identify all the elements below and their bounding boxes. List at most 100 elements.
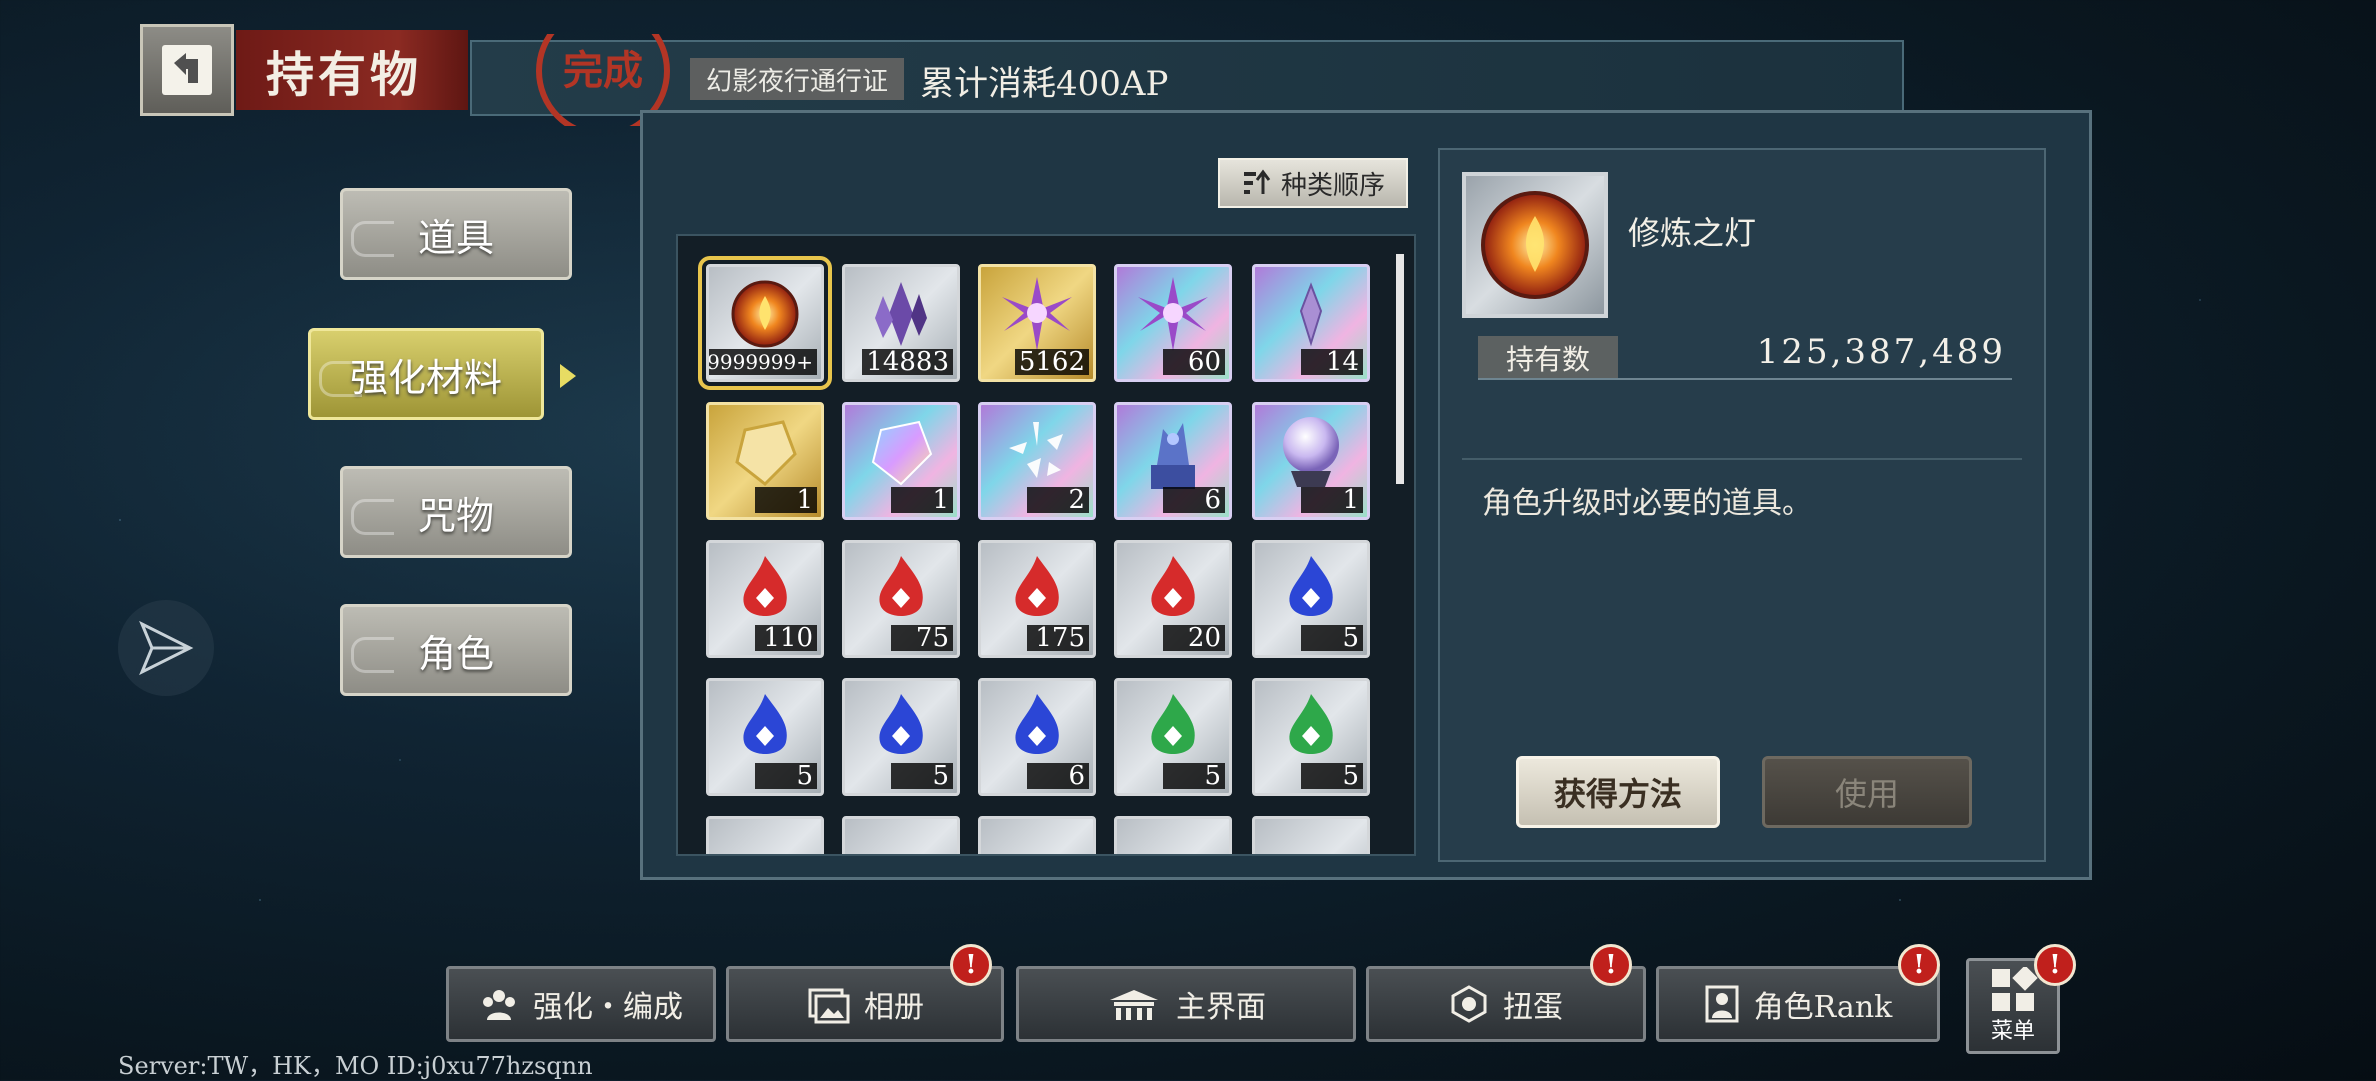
item-count: 1 [1301, 487, 1363, 513]
album-alert-badge: ! [950, 944, 992, 986]
item-description: 角色升级时必要的道具。 [1482, 486, 1812, 521]
menu-label: 菜单 [1990, 1019, 2035, 1044]
flame-blue-icon [730, 688, 800, 772]
category-label: 咒物 [417, 493, 494, 538]
flame-blue-icon [1002, 688, 1072, 772]
item-slot[interactable]: 1 [842, 402, 960, 520]
item-slot[interactable]: 6 [1114, 402, 1232, 520]
item-slot[interactable]: 75 [842, 540, 960, 658]
item-count: 20 [1163, 625, 1225, 651]
flame-blue-icon [866, 688, 936, 772]
share-button[interactable] [118, 600, 214, 696]
category-label: 道具 [417, 215, 494, 260]
back-arrow-icon [162, 45, 212, 95]
item-count: 5 [1301, 763, 1363, 789]
item-grid[interactable]: 99999999+ 14883 5162 60 14 1 1 2 6 1 110 75 175 20 5 5 5… [676, 234, 1416, 856]
item-count: 6 [1027, 763, 1089, 789]
item-count: 5 [755, 763, 817, 789]
album-icon [808, 988, 850, 1024]
gacha-alert-badge: ! [1590, 944, 1632, 986]
category-curios[interactable]: 咒物 [340, 466, 572, 558]
item-count: 5 [1301, 625, 1363, 651]
item-slot-partial[interactable] [842, 816, 960, 854]
sort-button[interactable]: 种类顺序 [1218, 158, 1408, 208]
rank-icon [1705, 985, 1739, 1023]
item-count: 2 [1027, 487, 1089, 513]
item-slot[interactable]: 110 [706, 540, 824, 658]
item-count: 5 [1163, 763, 1225, 789]
crystal-small-icon [1281, 279, 1341, 353]
item-slot[interactable]: 5 [1252, 540, 1370, 658]
item-count: 5 [891, 763, 953, 789]
back-button[interactable] [140, 24, 234, 116]
item-count: 14883 [862, 349, 953, 375]
statue-icon [1133, 409, 1213, 499]
item-count: 175 [1027, 625, 1089, 651]
item-slot[interactable]: 5 [1252, 678, 1370, 796]
category-label: 角色 [417, 631, 494, 676]
item-slot[interactable]: 5 [842, 678, 960, 796]
owned-label: 持有数 [1478, 336, 1618, 380]
flame-red-icon [1138, 550, 1208, 634]
paper-plane-icon [139, 620, 194, 676]
item-slot[interactable]: 60 [1114, 264, 1232, 382]
nav-label: 角色Rank [1753, 990, 1893, 1025]
item-slot[interactable]: 2 [978, 402, 1096, 520]
rank-alert-badge: ! [1898, 944, 1940, 986]
item-slot[interactable]: 6 [978, 678, 1096, 796]
nav-label: 相册 [864, 990, 924, 1025]
flame-red-icon [730, 550, 800, 634]
team-icon [483, 990, 515, 1020]
item-slot[interactable]: 5 [706, 678, 824, 796]
item-slot-partial[interactable] [1252, 816, 1370, 854]
owned-value: 125,387,489 [1756, 332, 2006, 372]
gem-rainbow-icon [861, 412, 941, 496]
item-slot[interactable]: 5 [1114, 678, 1232, 796]
server-info: Server:TW，HK，MO ID:j0xu77hzsqnn [118, 1052, 593, 1080]
nav-home[interactable]: 主界面 [1016, 966, 1356, 1042]
quest-bar [470, 40, 1904, 116]
item-slot[interactable]: 20 [1114, 540, 1232, 658]
flame-red-icon [866, 550, 936, 634]
item-slot-partial[interactable] [978, 816, 1096, 854]
item-count: 60 [1163, 349, 1225, 375]
item-slot-partial[interactable] [706, 816, 824, 854]
lamp-icon [1481, 191, 1589, 299]
flame-green-icon [1138, 688, 1208, 772]
item-slot-partial[interactable] [1114, 816, 1232, 854]
grid-scrollbar[interactable] [1396, 254, 1404, 484]
shards-icon [997, 412, 1077, 496]
item-count: 5162 [1014, 349, 1089, 375]
nav-label: 扭蛋 [1503, 990, 1563, 1025]
menu-alert-badge: ! [2034, 944, 2076, 986]
lamp-icon [725, 274, 805, 358]
item-slot[interactable]: 14883 [842, 264, 960, 382]
item-slot[interactable]: 1 [706, 402, 824, 520]
item-slot[interactable]: 175 [978, 540, 1096, 658]
flame-red-icon [1002, 550, 1072, 634]
item-count: 75 [891, 625, 953, 651]
flame-blue-icon [1276, 550, 1346, 634]
category-items[interactable]: 道具 [340, 188, 572, 280]
item-count: 1 [891, 487, 953, 513]
item-slot[interactable]: 5162 [978, 264, 1096, 382]
item-slot[interactable]: 14 [1252, 264, 1370, 382]
nav-label: 强化・编成 [533, 990, 683, 1025]
quest-tag: 幻影夜行通行证 [690, 58, 905, 100]
item-count: 1 [755, 487, 817, 513]
item-slot[interactable]: 99999999+ [698, 256, 832, 390]
nav-character-rank[interactable]: 角色Rank [1656, 966, 1940, 1042]
obtain-method-button[interactable]: 获得方法 [1516, 756, 1720, 828]
nav-enhance-team[interactable]: 强化・编成 [446, 966, 716, 1042]
category-materials[interactable]: 强化材料 [308, 328, 544, 420]
page-title: 持有物 [236, 30, 468, 110]
gacha-icon [1451, 985, 1487, 1023]
active-category-arrow-icon [560, 364, 576, 388]
home-icon [1110, 990, 1158, 1020]
detail-divider [1462, 458, 2022, 460]
category-characters[interactable]: 角色 [340, 604, 572, 696]
item-slot[interactable]: 1 [1252, 402, 1370, 520]
crystal-purple-icon [861, 274, 941, 358]
orb-icon [1271, 409, 1351, 499]
use-button[interactable]: 使用 [1762, 756, 1972, 828]
